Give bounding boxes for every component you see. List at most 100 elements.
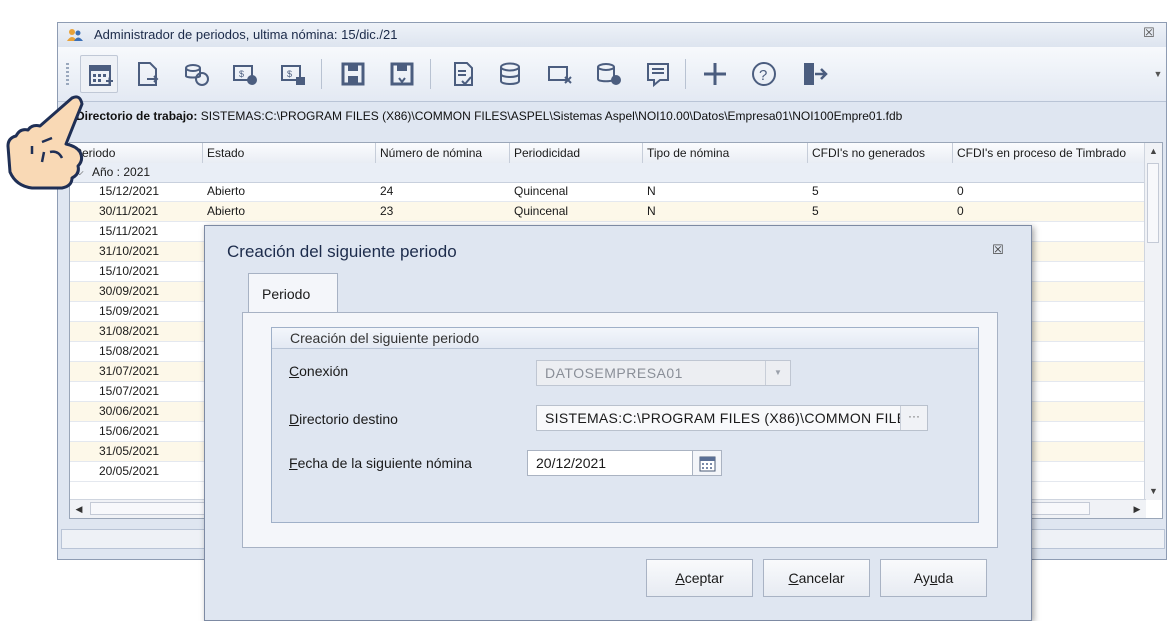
database-settings-icon [597, 63, 621, 85]
cell-no_generados: 5 [812, 184, 819, 198]
toolbar-button-money-lock[interactable]: $ [274, 55, 312, 93]
cell-periodo: 20/05/2021 [99, 464, 160, 478]
toolbar-grip[interactable] [66, 63, 69, 85]
group-label: Año : 2021 [92, 165, 151, 179]
add-icon [704, 63, 726, 85]
money-cancel-icon [548, 66, 572, 84]
cell-periodo: 30/11/2021 [99, 204, 159, 218]
toolbar-overflow-icon[interactable]: ▼ [1150, 47, 1166, 101]
grid-header: Periodo Estado Número de nómina Periodic… [70, 143, 1146, 164]
directorio-destino-field[interactable]: SISTEMAS:C:\PROGRAM FILES (X86)\COMMON F… [536, 405, 928, 431]
calendar-add-icon [89, 65, 113, 86]
working-directory: Directorio de trabajo: SISTEMAS:C:\PROGR… [76, 109, 902, 123]
tab-periodo[interactable]: Periodo [248, 273, 338, 313]
browse-icon[interactable]: ··· [900, 406, 927, 430]
close-icon[interactable]: ☒ [1140, 25, 1158, 43]
cell-periodo: 15/12/2021 [99, 184, 160, 198]
chevron-down-icon[interactable]: ▼ [765, 361, 790, 385]
fecha-label: Fecha de la siguiente nómina [289, 455, 472, 471]
cell-periodo: 15/10/2021 [99, 264, 160, 278]
help-icon: ? [752, 62, 776, 86]
toolbar-button-save-as[interactable] [383, 55, 421, 93]
groupbox-header: Creación del siguiente periodo [272, 328, 978, 349]
cell-periodo: 15/08/2021 [99, 344, 160, 358]
table-row[interactable]: 30/11/2021 Abierto 23 Quincenal N 5 0 [70, 202, 1146, 222]
aceptar-button[interactable]: Aceptar [646, 559, 753, 597]
users-icon [67, 29, 83, 41]
cell-periodo: 30/09/2021 [99, 284, 160, 298]
table-row[interactable]: 15/12/2021 Abierto 24 Quincenal N 5 0 [70, 182, 1146, 202]
directorio-destino-label: Directorio destino [289, 411, 398, 427]
scroll-left-icon[interactable]: ◀ [70, 500, 88, 518]
working-directory-label: Directorio de trabajo: [76, 109, 198, 123]
scroll-right-icon[interactable]: ▶ [1128, 500, 1146, 518]
calendar-button[interactable] [692, 450, 722, 476]
toolbar-separator [430, 59, 431, 89]
column-header-estado[interactable]: Estado [203, 143, 376, 163]
conexion-select[interactable]: DATOSEMPRESA01 ▼ [536, 360, 791, 386]
groupbox-title: Creación del siguiente periodo [290, 330, 480, 346]
ayuda-button[interactable]: Ayuda [880, 559, 987, 597]
title-bar: Administrador de periodos, ultima nómina… [58, 23, 1166, 48]
cancelar-button[interactable]: Cancelar [763, 559, 870, 597]
cell-tipo: N [647, 204, 656, 218]
save-as-icon [390, 62, 414, 86]
cell-estado: Abierto [207, 184, 246, 198]
cell-en_proceso: 0 [957, 204, 964, 218]
toolbar-button-coins-refresh[interactable] [177, 55, 215, 93]
column-header-tipo[interactable]: Tipo de nómina [643, 143, 808, 163]
toolbar-button-save[interactable] [334, 55, 372, 93]
tab-panel: Creación del siguiente periodo Conexión … [242, 312, 998, 548]
toolbar-button-help[interactable]: ? [745, 55, 783, 93]
toolbar-button-new-document[interactable] [128, 55, 166, 93]
cell-tipo: N [647, 184, 656, 198]
toolbar-button-comments[interactable] [639, 55, 677, 93]
scroll-down-icon[interactable]: ▼ [1145, 483, 1162, 500]
cell-periodo: 31/05/2021 [99, 444, 160, 458]
column-header-periodicidad[interactable]: Periodicidad [510, 143, 643, 163]
toolbar: $ $? ▼ [58, 47, 1166, 102]
conexion-label: Conexión [289, 363, 349, 379]
column-header-en-proceso[interactable]: CFDI's en proceso de Timbrado [953, 143, 1146, 163]
database-money-icon [500, 62, 520, 85]
toolbar-button-calendar-add[interactable] [80, 55, 118, 93]
cell-periodo: 31/07/2021 [99, 364, 160, 378]
directorio-destino-value: SISTEMAS:C:\PROGRAM FILES (X86)\COMMON F… [545, 410, 927, 426]
coins-refresh-icon [185, 64, 209, 86]
toolbar-button-database-settings[interactable] [590, 55, 628, 93]
toolbar-button-money-settings[interactable]: $ [226, 55, 264, 93]
new-document-icon [138, 62, 159, 86]
toolbar-button-database-money[interactable] [492, 55, 530, 93]
toolbar-button-document-check[interactable] [444, 55, 482, 93]
group-row-year[interactable]: ⌵ Año : 2021 [70, 163, 1146, 183]
cell-periodo: 31/08/2021 [99, 324, 160, 338]
cell-numero: 24 [380, 184, 394, 198]
column-header-no-generados[interactable]: CFDI's no generados [808, 143, 953, 163]
column-header-numero[interactable]: Número de nómina [376, 143, 510, 163]
cell-en_proceso: 0 [957, 184, 964, 198]
cell-periodicidad: Quincenal [514, 184, 569, 198]
comments-icon [647, 63, 669, 88]
save-icon [341, 62, 365, 86]
pointing-hand-icon [6, 95, 84, 190]
cell-numero: 23 [380, 204, 394, 218]
dialog-title: Creación del siguiente periodo [227, 242, 457, 261]
cell-periodicidad: Quincenal [514, 204, 569, 218]
svg-text:$: $ [287, 69, 292, 79]
next-period-dialog: Creación del siguiente periodo ☒ Periodo… [204, 225, 1032, 621]
fecha-input[interactable]: 20/12/2021 [527, 450, 694, 476]
cell-no_generados: 5 [812, 204, 819, 218]
window-title: Administrador de periodos, ultima nómina… [94, 27, 398, 42]
cell-periodo: 31/10/2021 [99, 244, 160, 258]
money-settings-icon: $ [233, 65, 257, 85]
next-period-groupbox: Creación del siguiente periodo Conexión … [271, 327, 979, 523]
tab-periodo-label: Periodo [262, 286, 311, 302]
vertical-scrollbar[interactable]: ▲ ▼ [1144, 143, 1162, 500]
scroll-thumb[interactable] [1147, 163, 1159, 243]
scroll-up-icon[interactable]: ▲ [1145, 143, 1162, 160]
toolbar-button-add[interactable] [696, 55, 734, 93]
toolbar-button-money-cancel[interactable] [541, 55, 579, 93]
toolbar-button-exit[interactable] [794, 55, 832, 93]
dialog-close-icon[interactable]: ☒ [989, 242, 1007, 260]
toolbar-separator [685, 59, 686, 89]
